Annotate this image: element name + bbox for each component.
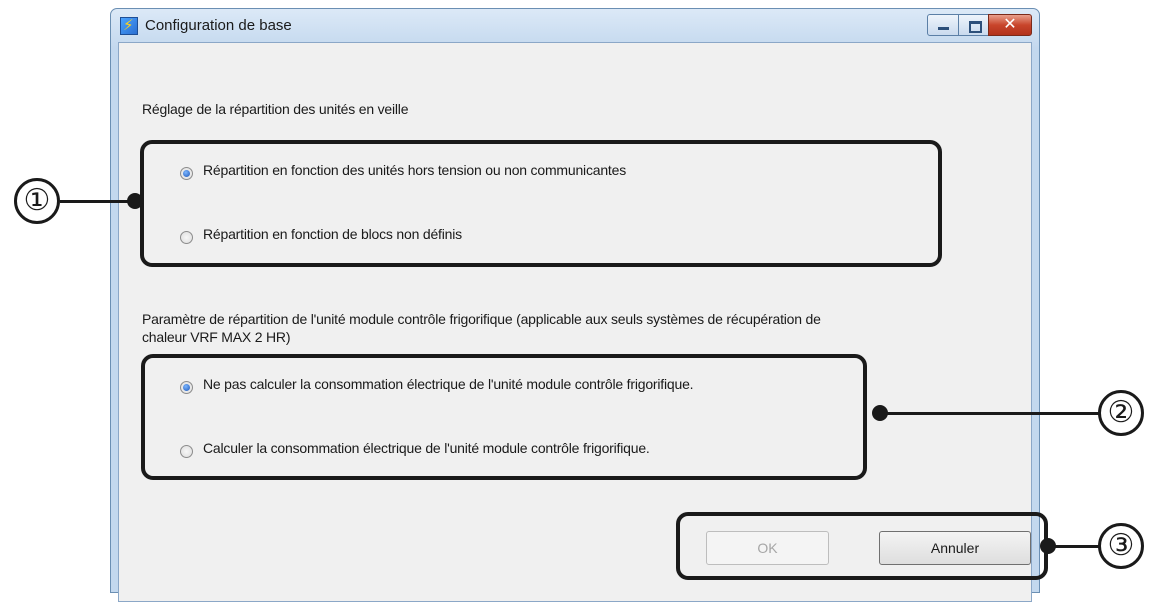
window-title: Configuration de base <box>145 17 292 34</box>
maximize-button[interactable] <box>958 14 989 36</box>
callout-badge-3: ③ <box>1098 523 1144 569</box>
minimize-icon <box>938 27 949 30</box>
callout-box-1 <box>140 140 942 267</box>
close-icon: ✕ <box>1003 16 1017 33</box>
refrigeration-heading-line1: Paramètre de répartition de l'unité modu… <box>142 311 821 327</box>
title-bar[interactable]: ⚡ Configuration de base ✕ <box>111 9 1039 41</box>
callout-box-2 <box>141 354 867 480</box>
callout-line-3 <box>1048 545 1102 548</box>
minimize-button[interactable] <box>927 14 959 36</box>
app-settings-icon: ⚡ <box>120 17 138 35</box>
dialog-window: ⚡ Configuration de base ✕ Réglage de la … <box>110 8 1040 602</box>
standby-heading: Réglage de la répartition des unités en … <box>142 101 409 117</box>
refrigeration-heading-line2: chaleur VRF MAX 2 HR) <box>142 329 291 345</box>
close-button[interactable]: ✕ <box>988 14 1032 36</box>
callout-line-2 <box>880 412 1102 415</box>
callout-badge-1: ① <box>14 178 60 224</box>
callout-box-3 <box>676 512 1048 580</box>
callout-badge-2: ② <box>1098 390 1144 436</box>
maximize-icon <box>969 21 982 33</box>
callout-line-1 <box>60 200 135 203</box>
